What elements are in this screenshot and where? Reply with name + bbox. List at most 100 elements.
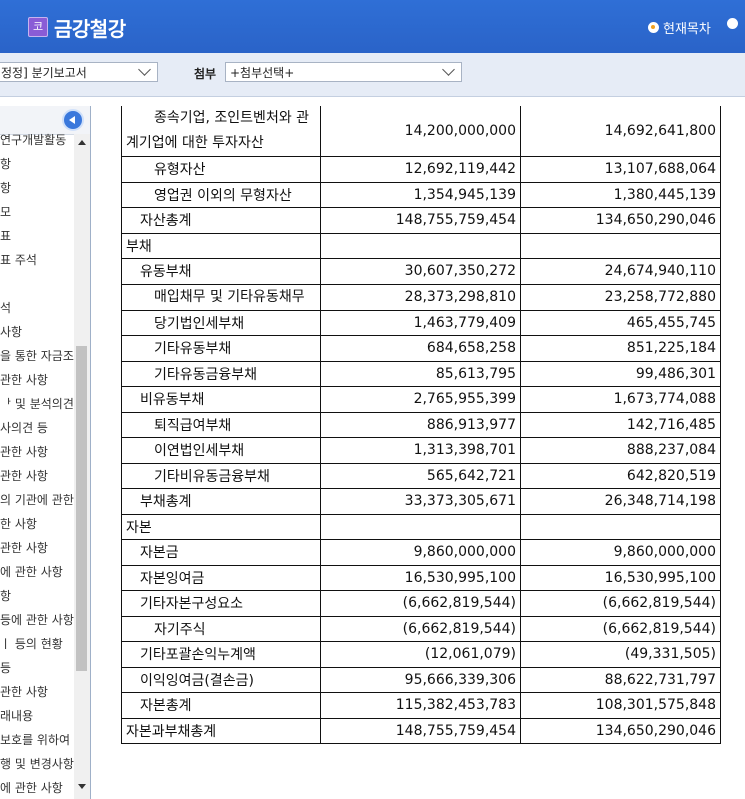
toc-item[interactable]: 항 (0, 176, 74, 200)
attach-select[interactable]: +첨부선택+ (225, 62, 462, 82)
report-select[interactable]: 정정] 분기보고서 (0, 62, 158, 82)
toc-item[interactable]: 한 사항 (0, 512, 74, 536)
scroll-down-icon[interactable] (78, 784, 86, 789)
table-row: 유형자산 12,692,119,442 13,107,688,064 (121, 156, 721, 183)
toc-item[interactable]: 관한 사항 (0, 464, 74, 488)
toc-item[interactable]: 에 관한 사항 (0, 776, 74, 799)
table-row: 기타유동금융부채 85,613,795 99,486,301 (121, 360, 721, 387)
row-label: 자본잉여금 (121, 564, 321, 591)
toc-item[interactable]: 표 주석 (0, 248, 74, 272)
toc-item[interactable]: 등 (0, 656, 74, 680)
current-period-value: 33,373,305,671 (320, 488, 521, 515)
prior-period-value: 642,820,519 (520, 462, 721, 489)
table-row: 퇴직급여부채 886,913,977 142,716,485 (121, 411, 721, 438)
prior-period-value: 851,225,184 (520, 335, 721, 362)
toc-item[interactable]: 행 및 변경사항 (0, 752, 74, 776)
toc-item[interactable]: 연구개발활동 (0, 128, 74, 152)
row-label: 자기주식 (121, 615, 321, 642)
current-period-value: 95,666,339,306 (320, 666, 521, 693)
table-row: 자본총계 115,382,453,783 108,301,575,848 (121, 692, 721, 719)
radio-unchecked-icon[interactable] (727, 18, 738, 29)
all-toc-radio[interactable] (727, 18, 742, 29)
row-label: 자본 (121, 513, 321, 540)
toc-item[interactable]: ᅡ 및 분석의견 (0, 392, 74, 416)
prior-period-value: 26,348,714,198 (520, 488, 721, 515)
toc-item[interactable]: 관한 사항 (0, 680, 74, 704)
company-logo-icon: 코 (28, 17, 48, 37)
row-label: 자본금 (121, 539, 321, 566)
toc-item[interactable]: 관한 사항 (0, 368, 74, 392)
row-label: 기타자본구성요소 (121, 590, 321, 617)
prior-period-value (520, 232, 721, 259)
toc-item[interactable]: 보호를 위하여 (0, 728, 74, 752)
toc-item[interactable]: 모 (0, 200, 74, 224)
prior-period-value: 23,258,772,880 (520, 283, 721, 311)
current-period-value (320, 232, 521, 259)
toc-item[interactable] (0, 272, 74, 296)
radio-checked-icon[interactable] (648, 22, 659, 33)
table-row: 자본금 9,860,000,000 9,860,000,000 (121, 539, 721, 566)
current-period-value: (6,662,819,544) (320, 590, 521, 617)
table-row: 자산총계 148,755,759,454 134,650,290,046 (121, 207, 721, 234)
row-label: 종속기업, 조인트벤처와 관계기업에 대한 투자자산 (121, 106, 321, 157)
toc-sidebar: 연구개발활동 항 항 모 표 표 주석 석 사항 을 통한 자금조 관한 사항 ᅡ 및 분석의견… (0, 106, 91, 799)
current-period-value: 148,755,759,454 (320, 207, 521, 234)
scroll-up-icon[interactable] (78, 140, 86, 145)
table-row: 매입채무 및 기타유동채무 28,373,298,810 23,258,772,88… (121, 283, 721, 311)
toc-item[interactable]: 을 통한 자금조 (0, 344, 74, 368)
current-period-value: 12,692,119,442 (320, 156, 521, 183)
toc-item[interactable]: 의 기관에 관한 (0, 488, 74, 512)
toc-item[interactable]: 에 관한 사항 (0, 560, 74, 584)
row-label: 유동부채 (121, 258, 321, 285)
toc-item[interactable]: 사항 (0, 320, 74, 344)
toc-item[interactable]: 관한 사항 (0, 440, 74, 464)
table-row: 기타유동부채 684,658,258 851,225,184 (121, 335, 721, 362)
row-label: 유형자산 (121, 156, 321, 183)
prior-period-value: 108,301,575,848 (520, 692, 721, 719)
prior-period-value: 134,650,290,046 (520, 717, 721, 744)
current-period-value: 9,860,000,000 (320, 539, 521, 566)
table-row: 자본잉여금 16,530,995,100 16,530,995,100 (121, 564, 721, 591)
prior-period-value: 1,380,445,139 (520, 181, 721, 208)
current-period-value: 14,200,000,000 (320, 106, 521, 157)
prior-period-value: 88,622,731,797 (520, 666, 721, 693)
table-row: 영업권 이외의 무형자산 1,354,945,139 1,380,445,139 (121, 181, 721, 208)
toc-item[interactable]: 항 (0, 584, 74, 608)
toc-item[interactable]: 항 (0, 152, 74, 176)
toc-item[interactable]: 래내용 (0, 704, 74, 728)
row-label: 영업권 이외의 무형자산 (121, 181, 321, 208)
table-row: 기타비유동금융부채 565,642,721 642,820,519 (121, 462, 721, 489)
prior-period-value: 9,860,000,000 (520, 539, 721, 566)
table-row: 기타자본구성요소 (6,662,819,544) (6,662,819,544) (121, 590, 721, 617)
row-label: 부채총계 (121, 488, 321, 515)
current-period-value: 85,613,795 (320, 360, 521, 387)
sidebar-scrollbar[interactable] (74, 134, 90, 799)
toc-item[interactable]: ㅣ 등의 현황 (0, 632, 74, 656)
toc-item[interactable]: 석 (0, 296, 74, 320)
toc-item[interactable]: 표 (0, 224, 74, 248)
row-label: 당기법인세부채 (121, 309, 321, 336)
toc-item[interactable]: 관한 사항 (0, 536, 74, 560)
table-row: 종속기업, 조인트벤처와 관계기업에 대한 투자자산 14,200,000,000… (121, 106, 721, 157)
prior-period-value: 888,237,084 (520, 437, 721, 464)
row-label: 기타유동부채 (121, 335, 321, 362)
company-title: 금강철강 (54, 17, 126, 41)
current-period-value: 16,530,995,100 (320, 564, 521, 591)
row-label: 자산총계 (121, 207, 321, 234)
scrollbar-thumb[interactable] (76, 346, 87, 671)
prior-period-value (520, 513, 721, 540)
toc-item[interactable]: 등에 관한 사항 (0, 608, 74, 632)
balance-sheet-table: 종속기업, 조인트벤처와 관계기업에 대한 투자자산 14,200,000,000… (121, 106, 721, 744)
current-period-value: 30,607,350,272 (320, 258, 521, 285)
app-header: 코 금강철강 현재목차 (0, 0, 745, 53)
table-row: 이익잉여금(결손금) 95,666,339,306 88,622,731,797 (121, 666, 721, 693)
table-row: 이연법인세부채 1,313,398,701 888,237,084 (121, 437, 721, 464)
toc-item[interactable]: 사의견 등 (0, 416, 74, 440)
current-toc-radio[interactable]: 현재목차 (648, 18, 711, 37)
table-row: 당기법인세부채 1,463,779,409 465,455,745 (121, 309, 721, 336)
current-toc-label: 현재목차 (663, 22, 711, 37)
current-period-value: 148,755,759,454 (320, 717, 521, 744)
current-period-value (320, 513, 521, 540)
document-viewer: 종속기업, 조인트벤처와 관계기업에 대한 투자자산 14,200,000,000… (91, 106, 745, 799)
row-label: 기타포괄손익누계액 (121, 641, 321, 668)
